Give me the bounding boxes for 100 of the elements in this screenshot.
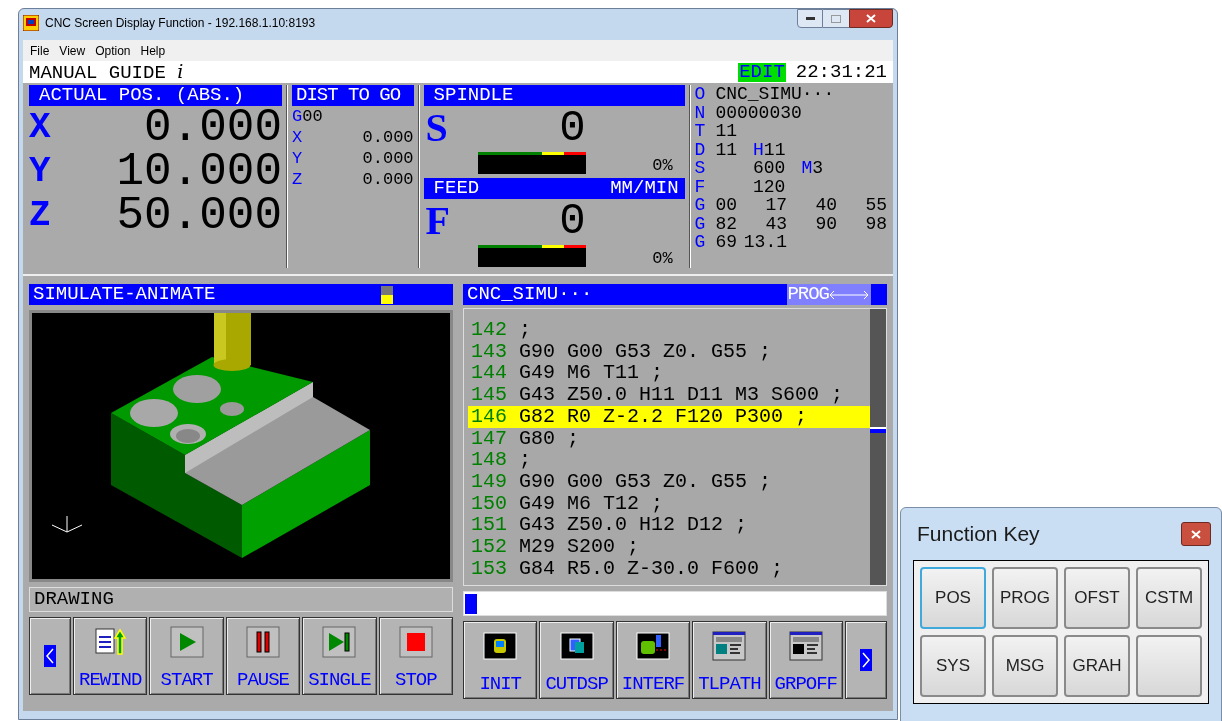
axis-label: Z [29, 198, 52, 234]
clock-text: 22:31:21 [795, 62, 887, 82]
program-line[interactable]: 152 M29 S200 ; [468, 536, 870, 558]
modal-value: 17 [764, 196, 787, 215]
modal-value: 82 [715, 214, 737, 233]
soft-key[interactable]: INIT [463, 621, 538, 699]
maximize-icon [831, 14, 841, 23]
panel-title: DIST TO GO [295, 85, 401, 106]
program-line[interactable]: 151 G43 Z50.0 H12 D12 ; [468, 514, 870, 537]
modal-value: 11 [715, 140, 737, 159]
modal-value: 13.1 [742, 233, 787, 252]
screen-title: MANUAL GUIDE i [29, 61, 184, 83]
axis-value: 0.000 [362, 148, 414, 169]
program-line[interactable]: 149 G90 G00 G53 Z0. G55 ; [468, 470, 870, 493]
program-line[interactable]: 145 G43 Z50.0 H11 D11 M3 S600 ; [468, 384, 870, 406]
axis-label: F [424, 201, 451, 241]
modal-value: 11 [763, 140, 786, 159]
close-icon [1191, 529, 1201, 539]
close-button[interactable] [1181, 522, 1211, 546]
window-title: Function Key [917, 521, 1040, 548]
cut-view-icon [559, 630, 594, 662]
modal-letter: G [694, 233, 706, 252]
panel-title: SPINDLE [432, 85, 514, 106]
program-line[interactable]: 147 G80 ; [468, 427, 870, 450]
panel-title: CNC_SIMU··· [466, 284, 593, 305]
soft-key[interactable]: REWIND [73, 617, 148, 695]
modal-letter: G [694, 196, 706, 215]
function-key[interactable]: POS [920, 567, 986, 629]
program-line[interactable]: 150 G49 M6 T12 ; [468, 492, 870, 515]
axis-value: 50.000 [115, 193, 283, 239]
next-page-key[interactable] [845, 621, 888, 699]
axis-value: 0.000 [144, 105, 283, 151]
function-key[interactable]: SYS [920, 635, 986, 697]
previous-page-key[interactable] [29, 617, 71, 695]
modal-value: 55 [864, 196, 887, 215]
function-key[interactable]: MSG [992, 635, 1058, 697]
panel-title: ACTUAL POS. (ABS.) [38, 85, 245, 106]
soft-key[interactable]: CUTDSP [539, 621, 614, 699]
graphic-window-icon [788, 630, 823, 662]
modal-letter: H [753, 140, 764, 159]
program-line[interactable]: 144 G49 M6 T11 ; [468, 362, 870, 385]
input-field[interactable] [463, 591, 887, 616]
axis-label: X [29, 110, 52, 146]
modal-value: 00 [715, 196, 737, 215]
axis-label: Y [292, 148, 303, 169]
modal-letter: F [694, 177, 706, 196]
soft-key[interactable]: INTERF [615, 621, 691, 699]
modal-value: 43 [764, 214, 787, 233]
modal-letter: M [801, 159, 813, 178]
program-line[interactable]: 153 G84 R5.0 Z-30.0 F600 ; [468, 557, 870, 580]
function-key[interactable] [1136, 635, 1202, 697]
modal-value: CNC_SIMU··· [715, 85, 835, 104]
menu-item[interactable]: View [54, 41, 91, 60]
double-arrow-icon [829, 289, 869, 300]
interference-icon [636, 630, 670, 662]
modal-code: G00 [292, 106, 324, 127]
minimize-button[interactable] [797, 9, 823, 28]
modal-value: 69 [715, 233, 737, 252]
minimize-icon [805, 17, 815, 20]
function-key[interactable]: OFST [1064, 567, 1130, 629]
soft-key[interactable]: STOP [378, 617, 454, 695]
soft-key[interactable]: GRPOFF [768, 621, 844, 699]
scroll-thumb[interactable] [870, 427, 886, 433]
program-line[interactable]: 143 G90 G00 G53 Z0. G55 ; [468, 340, 870, 363]
axis-value: 0.000 [362, 169, 414, 190]
modal-letter: S [694, 159, 706, 178]
tool-path-icon [712, 630, 747, 662]
soft-key[interactable]: START [149, 617, 224, 695]
program-line[interactable]: 148 ; [468, 449, 870, 471]
function-key[interactable]: GRAH [1064, 635, 1130, 697]
panel-title: SIMULATE-ANIMATE [32, 284, 216, 305]
status-field: DRAWING [29, 587, 453, 612]
axis-label: Y [29, 154, 52, 190]
soft-key[interactable]: SINGLE [302, 617, 377, 695]
speed-value: 0 [558, 199, 586, 243]
menu-item[interactable]: Option [90, 41, 136, 60]
chevron-left-icon [44, 645, 56, 667]
modal-letter: T [694, 122, 706, 141]
modal-letter: N [694, 103, 706, 122]
axis-triad-icon [50, 515, 84, 535]
block-view-icon [483, 630, 518, 662]
modal-value: 3 [812, 159, 824, 178]
modal-value: 11 [715, 122, 737, 141]
load-percent: 0% [652, 157, 673, 174]
menu-item[interactable]: Help [135, 41, 171, 60]
axis-label: S [424, 108, 449, 148]
menu-item[interactable]: File [25, 41, 55, 60]
indicator-icon [381, 285, 394, 304]
close-button[interactable] [849, 9, 893, 28]
step-forward-icon [322, 626, 357, 658]
axis-label: Z [292, 169, 303, 190]
soft-key[interactable]: TLPATH [692, 621, 767, 699]
function-key[interactable]: CSTM [1136, 567, 1202, 629]
modal-value: 120 [752, 177, 786, 196]
function-key[interactable]: PROG [992, 567, 1058, 629]
modal-letter: O [694, 85, 706, 104]
chevron-right-icon [860, 649, 873, 671]
soft-key[interactable]: PAUSE [225, 617, 301, 695]
program-line[interactable]: 142 ; [468, 319, 870, 341]
modal-letter: G [694, 214, 706, 233]
